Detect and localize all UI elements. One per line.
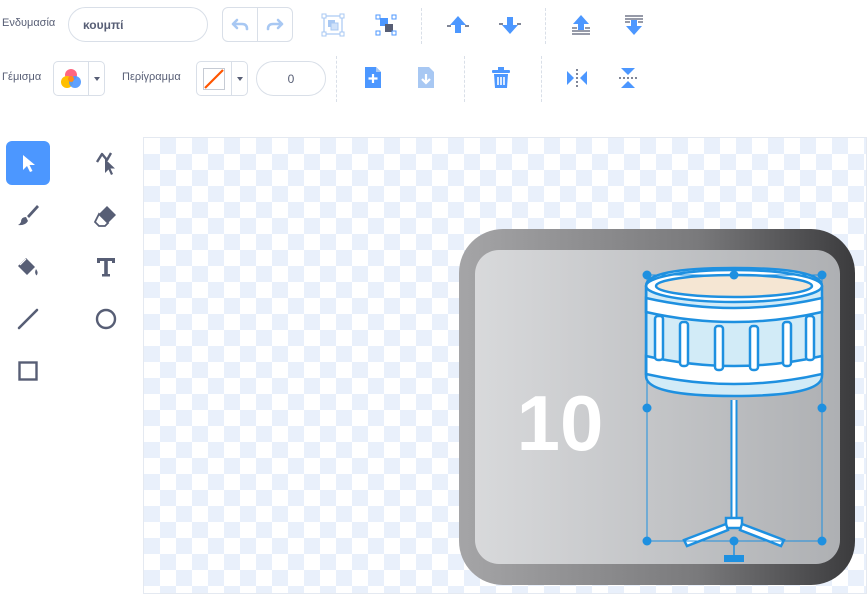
- line-tool[interactable]: [6, 297, 50, 341]
- rectangle-tool[interactable]: [6, 349, 50, 393]
- paste-icon: [418, 67, 434, 88]
- brush-icon: [18, 205, 39, 226]
- outline-label: Περίγραμμα: [122, 71, 181, 83]
- arrow-down-icon: [499, 17, 521, 34]
- flip-vertical-icon: [619, 68, 637, 88]
- select-tool[interactable]: [6, 141, 50, 185]
- eraser-icon: [93, 206, 116, 227]
- forward-button[interactable]: [444, 11, 472, 39]
- fill-color-picker[interactable]: [53, 61, 105, 96]
- undo-button[interactable]: [223, 8, 257, 41]
- to-front-icon: [572, 15, 590, 35]
- line-icon: [17, 308, 39, 330]
- paint-editor-toolbar: Ενδυμασία κουμπί Γέμισμα Περίγραμμα 0: [0, 0, 867, 110]
- rotation-handle: [724, 555, 744, 562]
- arrow-cursor-icon: [23, 155, 35, 172]
- outline-dropdown-arrow[interactable]: [231, 62, 247, 95]
- reshape-icon: [95, 152, 115, 175]
- flip-vertical-button[interactable]: [614, 64, 642, 92]
- group-button[interactable]: [319, 11, 347, 39]
- costume-label: Ενδυμασία: [2, 17, 56, 29]
- fill-dropdown-arrow[interactable]: [88, 62, 104, 95]
- copy-icon: [365, 67, 381, 88]
- brush-tool[interactable]: [6, 193, 50, 237]
- delete-button[interactable]: [487, 64, 515, 92]
- undo-icon: [231, 18, 249, 30]
- ungroup-icon: [375, 14, 397, 36]
- circle-icon: [95, 308, 117, 330]
- circle-tool[interactable]: [84, 297, 128, 341]
- fill-color-icon: [61, 68, 81, 88]
- outline-color-picker[interactable]: [196, 61, 248, 96]
- outline-width-input[interactable]: [256, 61, 326, 96]
- fill-label: Γέμισμα: [2, 71, 42, 83]
- flip-horizontal-icon: [567, 69, 587, 87]
- redo-button[interactable]: [257, 8, 292, 41]
- to-back-icon: [625, 15, 643, 35]
- backward-button[interactable]: [496, 11, 524, 39]
- reshape-tool[interactable]: [84, 141, 128, 185]
- copy-button[interactable]: [359, 64, 387, 92]
- rectangle-icon: [18, 361, 38, 381]
- ungroup-button[interactable]: [372, 11, 400, 39]
- costume-artwork: 10: [459, 229, 855, 585]
- fill-tool[interactable]: [6, 245, 50, 289]
- paint-bucket-icon: [18, 258, 38, 276]
- arrow-up-icon: [447, 16, 469, 33]
- flip-horizontal-button[interactable]: [563, 64, 591, 92]
- eraser-tool[interactable]: [84, 193, 128, 237]
- paste-button[interactable]: [412, 64, 440, 92]
- text-icon: [97, 258, 115, 277]
- group-icon: [321, 13, 345, 37]
- costume-name-input[interactable]: [68, 7, 208, 42]
- no-outline-icon: [203, 67, 225, 90]
- drawing-canvas[interactable]: 10: [143, 137, 867, 594]
- back-button[interactable]: [620, 11, 648, 39]
- front-button[interactable]: [567, 11, 595, 39]
- trash-icon: [492, 67, 510, 88]
- button-number: 10: [517, 379, 604, 467]
- text-tool[interactable]: [84, 245, 128, 289]
- redo-icon: [266, 18, 284, 30]
- undo-redo-group: [222, 7, 293, 42]
